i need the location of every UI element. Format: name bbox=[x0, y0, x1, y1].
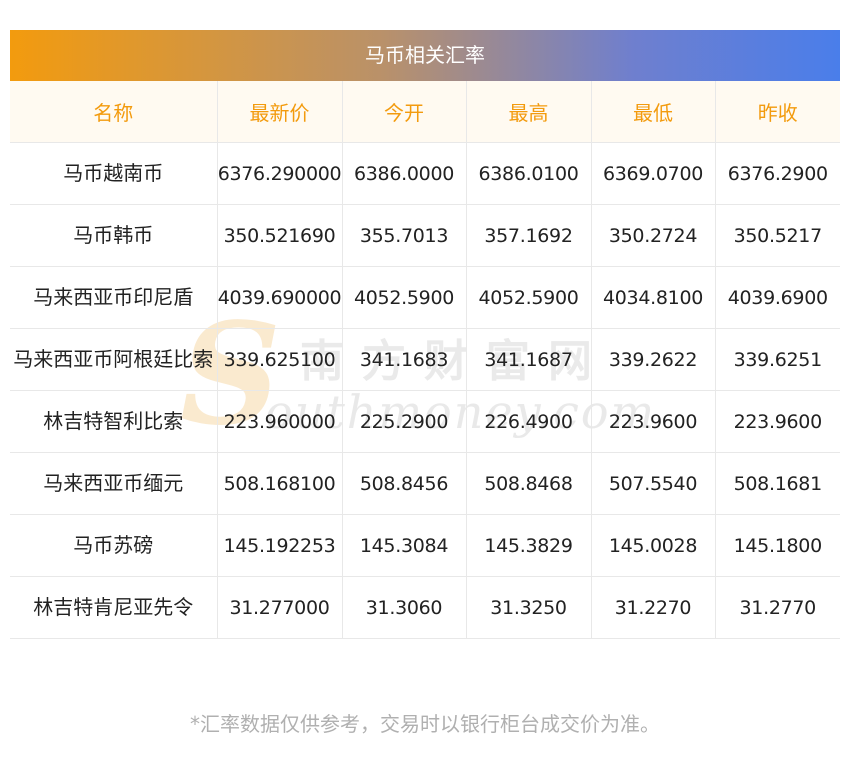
table-header-row: 名称 最新价 今开 最高 最低 昨收 bbox=[10, 81, 840, 143]
low-price: 507.5540 bbox=[591, 452, 716, 515]
prev-close-price: 4039.6900 bbox=[715, 266, 840, 329]
low-price: 223.9600 bbox=[591, 390, 716, 453]
latest-price: 6376.290000 bbox=[217, 142, 343, 205]
currency-pair-name: 林吉特肯尼亚先令 bbox=[10, 576, 218, 639]
low-price: 350.2724 bbox=[591, 204, 716, 267]
prev-close-price: 145.1800 bbox=[715, 514, 840, 577]
prev-close-price: 223.9600 bbox=[715, 390, 840, 453]
currency-pair-name: 马币苏磅 bbox=[10, 514, 218, 577]
latest-price: 350.521690 bbox=[217, 204, 343, 267]
column-header-prev-close: 昨收 bbox=[715, 81, 840, 143]
latest-price: 339.625100 bbox=[217, 328, 343, 391]
table-row: 林吉特肯尼亚先令 31.277000 31.3060 31.3250 31.22… bbox=[10, 576, 840, 639]
open-price: 31.3060 bbox=[342, 576, 467, 639]
latest-price: 31.277000 bbox=[217, 576, 343, 639]
high-price: 226.4900 bbox=[466, 390, 592, 453]
table-row: 马币苏磅 145.192253 145.3084 145.3829 145.00… bbox=[10, 514, 840, 577]
prev-close-price: 508.1681 bbox=[715, 452, 840, 515]
low-price: 4034.8100 bbox=[591, 266, 716, 329]
open-price: 225.2900 bbox=[342, 390, 467, 453]
open-price: 508.8456 bbox=[342, 452, 467, 515]
disclaimer-note: *汇率数据仅供参考，交易时以银行柜台成交价为准。 bbox=[190, 712, 660, 736]
table-row: 林吉特智利比索 223.960000 225.2900 226.4900 223… bbox=[10, 390, 840, 453]
open-price: 145.3084 bbox=[342, 514, 467, 577]
currency-pair-name: 马币韩币 bbox=[10, 204, 218, 267]
high-price: 341.1687 bbox=[466, 328, 592, 391]
open-price: 6386.0000 bbox=[342, 142, 467, 205]
column-header-low: 最低 bbox=[591, 81, 716, 143]
high-price: 145.3829 bbox=[466, 514, 592, 577]
latest-price: 508.168100 bbox=[217, 452, 343, 515]
table-row: 马币韩币 350.521690 355.7013 357.1692 350.27… bbox=[10, 204, 840, 267]
open-price: 4052.5900 bbox=[342, 266, 467, 329]
column-header-open: 今开 bbox=[342, 81, 467, 143]
currency-pair-name: 马来西亚币缅元 bbox=[10, 452, 218, 515]
low-price: 6369.0700 bbox=[591, 142, 716, 205]
high-price: 4052.5900 bbox=[466, 266, 592, 329]
column-header-latest: 最新价 bbox=[217, 81, 343, 143]
currency-pair-name: 林吉特智利比索 bbox=[10, 390, 218, 453]
currency-pair-name: 马币越南币 bbox=[10, 142, 218, 205]
latest-price: 4039.690000 bbox=[217, 266, 343, 329]
table-row: 马来西亚币缅元 508.168100 508.8456 508.8468 507… bbox=[10, 452, 840, 515]
high-price: 508.8468 bbox=[466, 452, 592, 515]
prev-close-price: 339.6251 bbox=[715, 328, 840, 391]
table-row: 马来西亚币阿根廷比索 339.625100 341.1683 341.1687 … bbox=[10, 328, 840, 391]
low-price: 145.0028 bbox=[591, 514, 716, 577]
currency-pair-name: 马来西亚币印尼盾 bbox=[10, 266, 218, 329]
high-price: 357.1692 bbox=[466, 204, 592, 267]
exchange-rate-table: 名称 最新价 今开 最高 最低 昨收 马币越南币 6376.290000 638… bbox=[10, 81, 840, 639]
column-header-high: 最高 bbox=[466, 81, 592, 143]
open-price: 355.7013 bbox=[342, 204, 467, 267]
column-header-name: 名称 bbox=[10, 81, 218, 143]
open-price: 341.1683 bbox=[342, 328, 467, 391]
table-row: 马来西亚币印尼盾 4039.690000 4052.5900 4052.5900… bbox=[10, 266, 840, 329]
latest-price: 145.192253 bbox=[217, 514, 343, 577]
prev-close-price: 350.5217 bbox=[715, 204, 840, 267]
latest-price: 223.960000 bbox=[217, 390, 343, 453]
table-title-banner: 马币相关汇率 bbox=[10, 30, 840, 81]
table-row: 马币越南币 6376.290000 6386.0000 6386.0100 63… bbox=[10, 142, 840, 205]
prev-close-price: 31.2770 bbox=[715, 576, 840, 639]
currency-pair-name: 马来西亚币阿根廷比索 bbox=[10, 328, 218, 391]
high-price: 6386.0100 bbox=[466, 142, 592, 205]
high-price: 31.3250 bbox=[466, 576, 592, 639]
prev-close-price: 6376.2900 bbox=[715, 142, 840, 205]
low-price: 339.2622 bbox=[591, 328, 716, 391]
low-price: 31.2270 bbox=[591, 576, 716, 639]
